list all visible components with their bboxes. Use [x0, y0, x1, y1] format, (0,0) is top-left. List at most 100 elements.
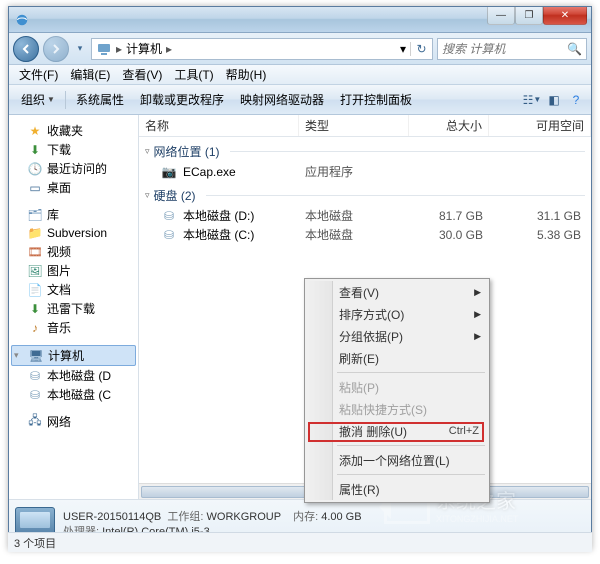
maximize-button[interactable]: ❐	[515, 7, 543, 25]
preview-pane-button[interactable]: ◧	[543, 93, 565, 107]
group-hard-disks[interactable]: ▿硬盘 (2)	[139, 185, 591, 206]
tree-videos[interactable]: 🎞视频	[11, 242, 136, 261]
statusbar: 3 个项目	[8, 532, 592, 552]
list-item[interactable]: ⛁本地磁盘 (C:) 本地磁盘 30.0 GB 5.38 GB	[139, 225, 591, 244]
folder-icon: 📁	[27, 225, 43, 241]
tree-thunder[interactable]: ⬇迅雷下载	[11, 299, 136, 318]
menu-separator	[337, 445, 485, 446]
refresh-button[interactable]: ↻	[410, 42, 432, 56]
list-item[interactable]: ⛁本地磁盘 (D:) 本地磁盘 81.7 GB 31.1 GB	[139, 206, 591, 225]
column-free[interactable]: 可用空间	[489, 115, 591, 136]
group-network-locations[interactable]: ▿网络位置 (1)	[139, 141, 591, 162]
drive-icon: ⛁	[161, 227, 177, 243]
chevron-right-icon: ▶	[474, 331, 481, 342]
tree-music[interactable]: ♪音乐	[11, 318, 136, 337]
column-total[interactable]: 总大小	[409, 115, 489, 136]
details-hostname: USER-20150114QB	[63, 511, 161, 523]
collapse-icon: ▿	[145, 190, 150, 201]
download-icon: ⬇	[27, 301, 43, 317]
tree-drive-c[interactable]: ⛁本地磁盘 (C	[11, 385, 136, 404]
breadcrumb[interactable]: ▸ 计算机 ▸ ▾ ↻	[91, 38, 433, 60]
menu-separator	[337, 474, 485, 475]
chevron-right-icon: ▸	[166, 42, 172, 56]
ctx-refresh[interactable]: 刷新(E)	[307, 347, 487, 369]
tree-drive-d[interactable]: ⛁本地磁盘 (D	[11, 366, 136, 385]
library-icon: 🗂	[27, 207, 43, 223]
uninstall-programs-button[interactable]: 卸载或更改程序	[132, 89, 232, 111]
minimize-button[interactable]: ―	[487, 7, 515, 25]
tree-network[interactable]: 🖧网络	[11, 412, 136, 431]
separator	[65, 91, 66, 109]
menu-edit[interactable]: 编辑(E)	[64, 66, 116, 83]
menu-tools[interactable]: 工具(T)	[168, 66, 219, 83]
network-icon: 🖧	[27, 414, 43, 430]
picture-icon: 🖼	[27, 263, 43, 279]
ctx-add-network-location[interactable]: 添加一个网络位置(L)	[307, 449, 487, 471]
ctx-paste-shortcut: 粘贴快捷方式(S)	[307, 398, 487, 420]
open-control-panel-button[interactable]: 打开控制面板	[332, 89, 420, 111]
tree-pictures[interactable]: 🖼图片	[11, 261, 136, 280]
music-icon: ♪	[27, 320, 43, 336]
chevron-right-icon: ▶	[474, 287, 481, 298]
drive-icon: ⛁	[27, 387, 43, 403]
tree-subversion[interactable]: 📁Subversion	[11, 224, 136, 242]
download-icon: ⬇	[27, 142, 43, 158]
collapse-icon: ▿	[145, 146, 150, 157]
toolbar: 组织▼ 系统属性 卸载或更改程序 映射网络驱动器 打开控制面板 ☷▼ ◧ ?	[9, 85, 591, 115]
view-options-button[interactable]: ☷▼	[521, 93, 543, 107]
drive-icon: ⛁	[161, 208, 177, 224]
ctx-properties[interactable]: 属性(R)	[307, 478, 487, 500]
search-input[interactable]	[442, 42, 563, 56]
menu-file[interactable]: 文件(F)	[13, 66, 64, 83]
titlebar-drag[interactable]	[9, 7, 487, 32]
column-headers[interactable]: 名称 类型 总大小 可用空间	[139, 115, 591, 137]
tree-libraries[interactable]: 🗂库	[11, 205, 136, 224]
computer-icon: 🖥	[28, 348, 44, 364]
tree-favorites[interactable]: ★收藏夹	[11, 121, 136, 140]
tree-recent[interactable]: 🕓最近访问的	[11, 159, 136, 178]
close-button[interactable]: ✕	[543, 7, 587, 25]
nav-forward-button[interactable]	[43, 36, 69, 62]
menubar: 文件(F) 编辑(E) 查看(V) 工具(T) 帮助(H)	[9, 65, 591, 85]
system-properties-button[interactable]: 系统属性	[68, 89, 132, 111]
menu-help[interactable]: 帮助(H)	[220, 66, 273, 83]
nav-history-dropdown[interactable]: ▾	[73, 43, 87, 54]
drive-icon: ⛁	[27, 368, 43, 384]
camera-icon: 📷	[161, 164, 177, 180]
nav-back-button[interactable]	[13, 36, 39, 62]
navbar: ▾ ▸ 计算机 ▸ ▾ ↻ 🔍	[9, 33, 591, 65]
column-type[interactable]: 类型	[299, 115, 409, 136]
breadcrumb-computer[interactable]: 计算机	[122, 39, 166, 59]
breadcrumb-dropdown[interactable]: ▾	[396, 39, 410, 59]
ie-icon	[15, 13, 29, 27]
map-network-drive-button[interactable]: 映射网络驱动器	[232, 89, 332, 111]
item-count: 3 个项目	[14, 538, 56, 550]
star-icon: ★	[27, 123, 43, 139]
tree-documents[interactable]: 📄文档	[11, 280, 136, 299]
ctx-group[interactable]: 分组依据(P)▶	[307, 325, 487, 347]
ctx-view[interactable]: 查看(V)▶	[307, 281, 487, 303]
explorer-window: ― ❐ ✕ ▾ ▸ 计算机 ▸ ▾ ↻ 🔍 文件(F)	[8, 6, 592, 550]
context-menu[interactable]: 查看(V)▶ 排序方式(O)▶ 分组依据(P)▶ 刷新(E) 粘贴(P) 粘贴快…	[304, 278, 490, 503]
list-item[interactable]: 📷ECap.exe 应用程序	[139, 162, 591, 181]
searchbox[interactable]: 🔍	[437, 38, 587, 60]
tree-desktop[interactable]: ▭桌面	[11, 178, 136, 197]
computer-icon	[96, 41, 112, 57]
ctx-paste: 粘贴(P)	[307, 376, 487, 398]
menu-view[interactable]: 查看(V)	[116, 66, 168, 83]
column-name[interactable]: 名称	[139, 115, 299, 136]
titlebar[interactable]: ― ❐ ✕	[9, 7, 591, 33]
tree-computer[interactable]: ▾🖥计算机	[11, 345, 136, 366]
desktop-icon: ▭	[27, 180, 43, 196]
help-button[interactable]: ?	[565, 93, 587, 107]
ctx-undo-delete[interactable]: 撤消 删除(U)Ctrl+Z	[307, 420, 487, 442]
menu-separator	[337, 372, 485, 373]
recent-icon: 🕓	[27, 161, 43, 177]
tree-downloads[interactable]: ⬇下载	[11, 140, 136, 159]
search-icon[interactable]: 🔍	[567, 42, 582, 56]
document-icon: 📄	[27, 282, 43, 298]
ctx-sort[interactable]: 排序方式(O)▶	[307, 303, 487, 325]
navigation-tree[interactable]: ★收藏夹 ⬇下载 🕓最近访问的 ▭桌面 🗂库 📁Subversion 🎞视频 🖼…	[9, 115, 139, 499]
video-icon: 🎞	[27, 244, 43, 260]
organize-button[interactable]: 组织▼	[13, 89, 63, 111]
